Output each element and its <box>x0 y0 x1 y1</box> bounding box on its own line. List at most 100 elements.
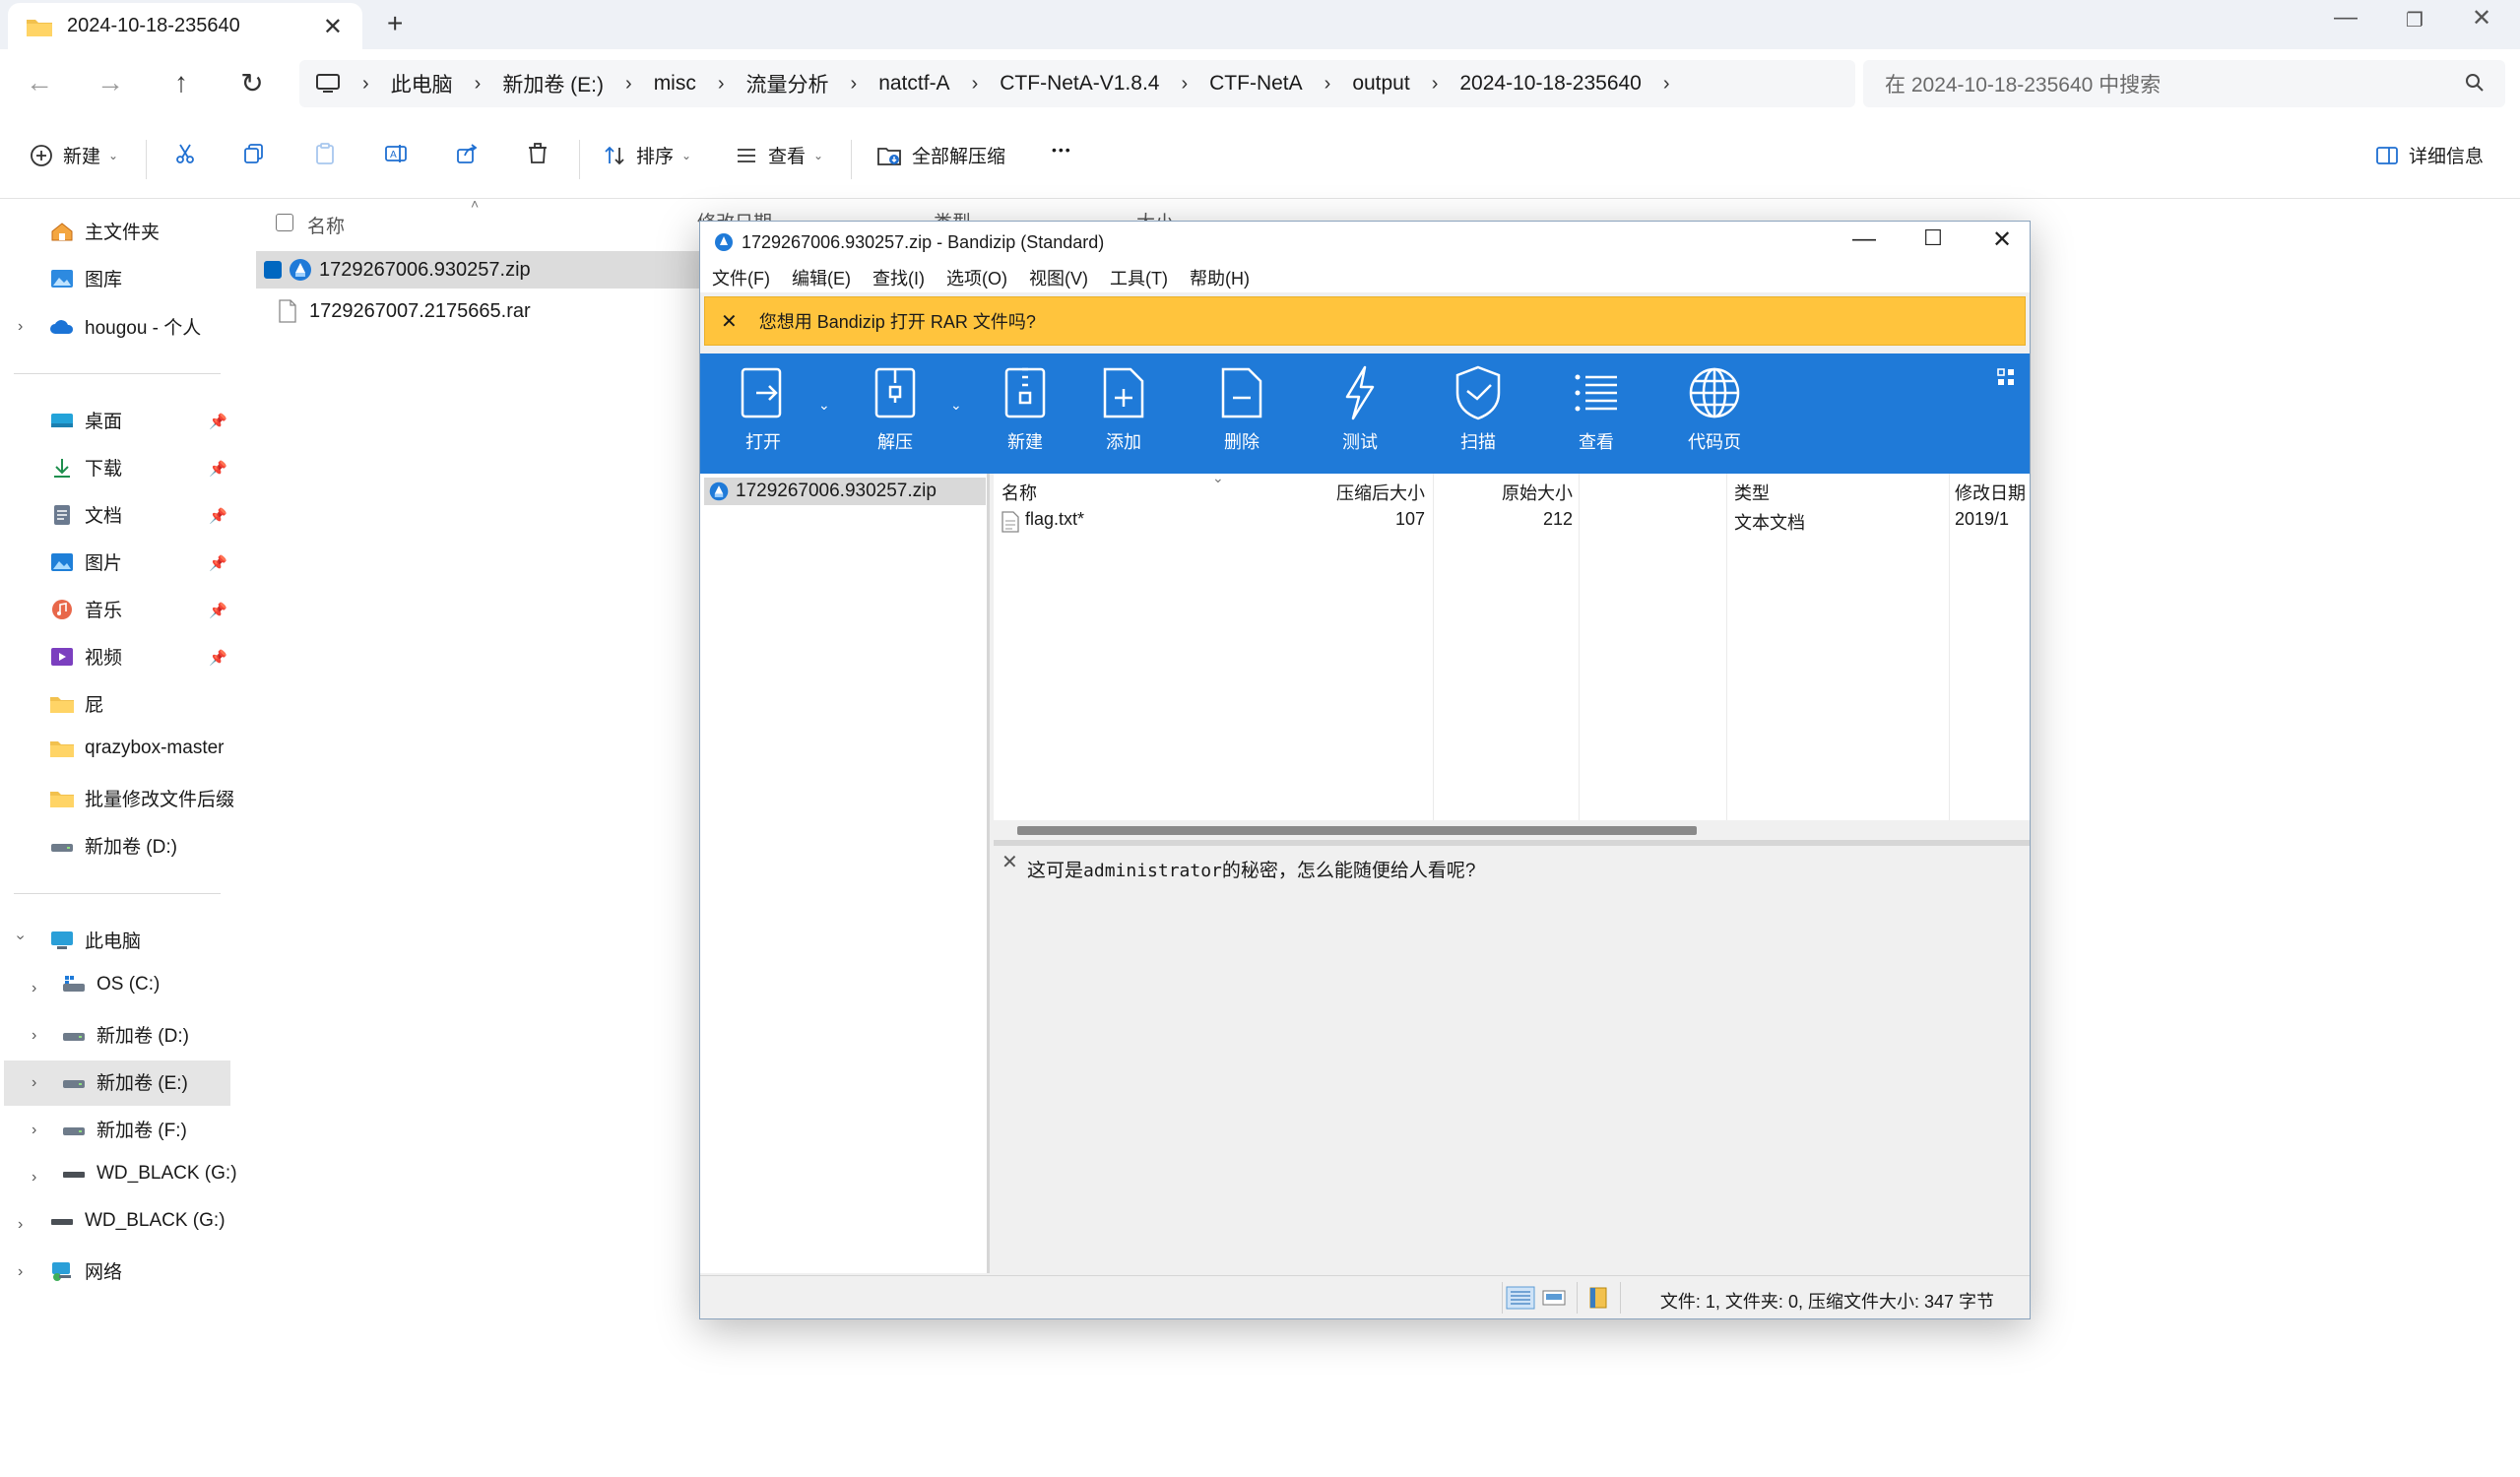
column-name[interactable]: 名称 <box>307 212 345 238</box>
sidebar-item-network[interactable]: 网络 <box>49 1257 122 1284</box>
rename-button[interactable]: A <box>384 142 418 165</box>
menu-view[interactable]: 视图(V) <box>1029 265 1088 290</box>
breadcrumb-item[interactable]: misc <box>654 72 696 96</box>
menu-find[interactable]: 查找(I) <box>872 265 925 290</box>
preview-view-icon[interactable] <box>1541 1286 1567 1310</box>
column-name[interactable]: 名称 <box>1002 480 1037 505</box>
new-tab-button[interactable]: + <box>387 8 403 39</box>
sidebar-item-documents[interactable]: 文档 <box>49 501 122 528</box>
column-modified[interactable]: 修改日期 <box>1955 480 2026 505</box>
extract-button[interactable]: 解压 <box>856 363 935 454</box>
breadcrumb-item[interactable]: 此电脑 <box>391 69 453 98</box>
expand-chevron-icon[interactable]: › <box>18 1263 23 1281</box>
breadcrumb-item[interactable]: CTF-NetA <box>1209 72 1303 96</box>
close-comment-icon[interactable]: ✕ <box>1002 850 1018 874</box>
expand-chevron-icon[interactable]: › <box>18 318 23 336</box>
scan-button[interactable]: 扫描 <box>1439 363 1518 454</box>
tree-item-archive[interactable]: 1729267006.930257.zip <box>704 478 986 505</box>
menu-options[interactable]: 选项(O) <box>946 265 1007 290</box>
close-notice-icon[interactable]: ✕ <box>721 309 738 334</box>
codepage-button[interactable]: 代码页 <box>1675 363 1754 454</box>
horizontal-scrollbar[interactable] <box>994 820 2030 840</box>
breadcrumb[interactable]: › 此电脑 › 新加卷 (E:) › misc › 流量分析 › natctf-… <box>299 60 1855 107</box>
share-button[interactable] <box>455 142 488 165</box>
minimize-button[interactable]: — <box>2316 4 2375 32</box>
rar-association-notice[interactable]: ✕ 您想用 Bandizip 打开 RAR 文件吗? <box>704 296 2026 346</box>
sidebar-item-desktop[interactable]: 桌面 <box>49 407 122 433</box>
cut-button[interactable] <box>173 142 207 165</box>
layout-toggle-icon[interactable] <box>1996 367 2016 387</box>
sidebar-item-folder[interactable]: 屁 <box>49 690 103 717</box>
dropdown-caret-icon[interactable]: ⌄ <box>818 397 830 414</box>
view-button[interactable]: 查看 <box>1557 363 1636 454</box>
expand-chevron-icon[interactable]: › <box>32 1122 36 1139</box>
breadcrumb-item[interactable]: 流量分析 <box>746 69 829 98</box>
sidebar-item-this-pc[interactable]: 此电脑 <box>49 927 141 953</box>
comment-toggle-icon[interactable] <box>1586 1286 1612 1310</box>
sidebar-item-gallery[interactable]: 图库 <box>49 265 122 291</box>
sidebar-item-onedrive[interactable]: hougou - 个人 <box>49 313 201 340</box>
menu-edit[interactable]: 编辑(E) <box>792 265 851 290</box>
test-button[interactable]: 测试 <box>1321 363 1399 454</box>
scrollbar-thumb[interactable] <box>1017 826 1697 835</box>
pin-icon[interactable]: 📌 <box>209 507 227 525</box>
maximize-button[interactable]: ☐ <box>1904 225 1963 251</box>
pin-icon[interactable]: 📌 <box>209 460 227 478</box>
sidebar-item-wd-black[interactable]: WD_BLACK (G:) <box>49 1210 226 1232</box>
menu-tools[interactable]: 工具(T) <box>1110 265 1168 290</box>
breadcrumb-item[interactable]: 新加卷 (E:) <box>502 69 604 98</box>
expand-chevron-icon[interactable]: › <box>18 1216 23 1234</box>
sidebar-item-videos[interactable]: 视频 <box>49 643 122 670</box>
extract-all-button[interactable]: 全部解压缩 <box>876 142 1005 168</box>
sidebar-item-folder[interactable]: qrazybox-master <box>49 738 225 759</box>
close-window-button[interactable]: ✕ <box>2452 4 2511 32</box>
expand-chevron-icon[interactable]: › <box>32 1027 36 1045</box>
sidebar-item-drive[interactable]: 新加卷 (D:) <box>49 832 177 859</box>
collapse-chevron-icon[interactable]: › <box>12 934 30 939</box>
select-all-checkbox[interactable] <box>276 214 293 231</box>
sidebar-item-drive-g[interactable]: WD_BLACK (G:) <box>61 1163 237 1185</box>
sidebar-item-drive-f[interactable]: 新加卷 (F:) <box>61 1116 187 1142</box>
menu-file[interactable]: 文件(F) <box>712 265 770 290</box>
sidebar-item-music[interactable]: 音乐 <box>49 596 122 622</box>
expand-chevron-icon[interactable]: › <box>32 1074 36 1092</box>
dropdown-caret-icon[interactable]: ⌄ <box>950 397 962 414</box>
forward-arrow-icon[interactable]: → <box>91 67 130 98</box>
pin-icon[interactable]: 📌 <box>209 602 227 619</box>
column-original-size[interactable]: 原始大小 <box>1476 480 1573 505</box>
breadcrumb-item[interactable]: natctf-A <box>878 72 949 96</box>
sidebar-item-downloads[interactable]: 下载 <box>49 454 122 481</box>
breadcrumb-item[interactable]: output <box>1352 72 1409 96</box>
checkbox-checked[interactable] <box>264 261 282 279</box>
minimize-button[interactable]: — <box>1835 225 1894 253</box>
more-options-button[interactable]: ••• <box>1052 142 1072 158</box>
sidebar-item-drive-e[interactable]: 新加卷 (E:) <box>61 1068 188 1095</box>
sidebar-item-home[interactable]: 主文件夹 <box>49 218 160 244</box>
view-button[interactable]: 查看 ⌄ <box>735 142 823 168</box>
sidebar-item-pictures[interactable]: 图片 <box>49 548 122 575</box>
column-packed-size[interactable]: 压缩后大小 <box>1319 480 1425 505</box>
close-tab-icon[interactable]: ✕ <box>323 13 343 41</box>
pin-icon[interactable]: 📌 <box>209 413 227 430</box>
new-archive-button[interactable]: 新建 <box>986 363 1065 454</box>
sidebar-item-drive-d[interactable]: 新加卷 (D:) <box>61 1021 189 1048</box>
expand-chevron-icon[interactable]: › <box>32 980 36 997</box>
open-button[interactable]: 打开 <box>724 363 803 454</box>
close-window-button[interactable]: ✕ <box>1972 225 2032 254</box>
breadcrumb-item[interactable]: CTF-NetA-V1.8.4 <box>1000 72 1159 96</box>
tab-current-folder[interactable]: 2024-10-18-235640 ✕ <box>8 3 362 49</box>
pin-icon[interactable]: 📌 <box>209 649 227 667</box>
details-pane-button[interactable]: 详细信息 <box>2375 142 2484 168</box>
details-view-icon[interactable] <box>1506 1286 1535 1310</box>
pin-icon[interactable]: 📌 <box>209 554 227 572</box>
sort-button[interactable]: 排序 ⌄ <box>603 142 691 168</box>
new-button[interactable]: 新建 ⌄ <box>30 142 118 168</box>
add-button[interactable]: 添加 <box>1084 363 1163 454</box>
restore-button[interactable]: ❐ <box>2385 8 2444 32</box>
search-input[interactable]: 在 2024-10-18-235640 中搜索 <box>1863 60 2505 107</box>
up-arrow-icon[interactable]: ↑ <box>162 67 201 98</box>
copy-button[interactable] <box>242 142 276 165</box>
column-type[interactable]: 类型 <box>1734 480 1770 505</box>
sidebar-item-folder[interactable]: 批量修改文件后缀 <box>49 785 234 811</box>
refresh-icon[interactable]: ↻ <box>232 67 272 99</box>
